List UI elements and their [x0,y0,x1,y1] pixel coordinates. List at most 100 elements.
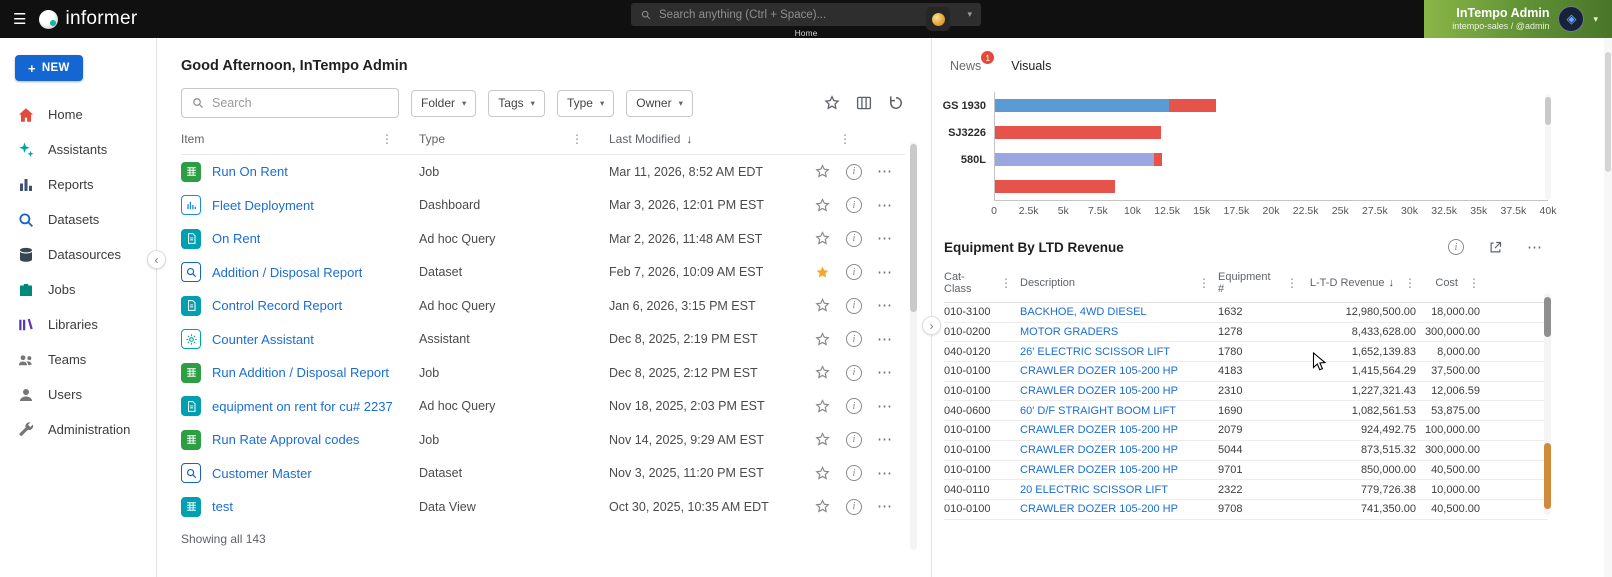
equipment-scrollbar-highlight[interactable] [1544,443,1551,509]
favorite-star-icon[interactable] [814,465,831,482]
table-row[interactable]: equipment on rent for cu# 2237 Ad hoc Qu… [181,390,905,424]
info-icon[interactable]: i [846,197,862,214]
equipment-description-link[interactable]: CRAWLER DOZER 105-200 HP [1020,365,1218,377]
avatar[interactable]: ◈ [1558,6,1585,32]
app-switcher-icon[interactable] [926,7,950,31]
item-name-link[interactable]: Fleet Deployment [212,198,314,213]
favorites-filter-icon[interactable] [823,94,841,112]
row-menu-icon[interactable]: ⋯ [877,399,892,414]
page-scrollbar-thumb[interactable] [1605,52,1611,172]
column-last-modified[interactable]: Last Modified [609,132,680,146]
column-menu-icon[interactable]: ⋮ [1466,276,1482,290]
sort-desc-icon[interactable]: ↓ [1389,277,1395,289]
equipment-row[interactable]: 040-0600 60' D/F STRAIGHT BOOM LIFT 1690… [944,401,1548,422]
equipment-row[interactable]: 010-0200 MOTOR GRADERS 1278 8,433,628.00… [944,323,1548,343]
equipment-column-cat-class[interactable]: Cat-Class ↓ ⋮ [944,271,1020,295]
column-menu-icon[interactable]: ⋮ [379,132,395,146]
equipment-description-link[interactable]: 20 ELECTRIC SCISSOR LIFT [1020,484,1218,496]
info-icon[interactable]: i [846,498,862,515]
equipment-description-link[interactable]: 60' D/F STRAIGHT BOOM LIFT [1020,405,1218,417]
equipment-row[interactable]: 010-0100 CRAWLER DOZER 105-200 HP 2079 9… [944,421,1548,441]
item-name-link[interactable]: Control Record Report [212,298,342,313]
new-button[interactable]: + NEW [15,55,83,81]
sidebar-item-libraries[interactable]: Libraries [0,307,156,342]
filter-owner[interactable]: Owner ▾ [626,89,693,117]
table-row[interactable]: Customer Master Dataset Nov 3, 2025, 11:… [181,457,905,491]
sidebar-item-jobs[interactable]: Jobs [0,272,156,307]
item-name-link[interactable]: Run Addition / Disposal Report [212,365,389,380]
sidebar-item-datasources[interactable]: Datasources [0,237,156,272]
row-menu-icon[interactable]: ⋯ [877,466,892,481]
equipment-description-link[interactable]: CRAWLER DOZER 105-200 HP [1020,444,1218,456]
favorite-star-icon[interactable] [814,398,831,415]
equipment-row[interactable]: 010-0100 CRAWLER DOZER 105-200 HP 9701 8… [944,461,1548,481]
refresh-icon[interactable] [887,94,905,112]
equipment-scrollbar[interactable] [1544,293,1551,515]
chart-scrollbar-thumb[interactable] [1545,97,1551,125]
tab-visuals[interactable]: Visuals [1011,59,1051,78]
column-menu-icon[interactable]: ⋮ [837,132,853,146]
chevron-down-icon[interactable]: ▾ [967,9,972,20]
row-menu-icon[interactable]: ⋯ [877,265,892,280]
open-in-new-icon[interactable] [1488,240,1503,255]
equipment-description-link[interactable]: CRAWLER DOZER 105-200 HP [1020,464,1218,476]
equipment-column-l-t-d-revenue[interactable]: L-T-D Revenue ↓ ⋮ [1306,271,1424,295]
favorite-star-icon[interactable] [814,297,831,314]
row-menu-icon[interactable]: ⋯ [877,332,892,347]
filter-tags[interactable]: Tags ▾ [488,89,545,117]
user-panel[interactable]: InTempo Admin intempo-sales / @admin ◈ ▾ [1424,0,1612,38]
widget-menu-icon[interactable]: ⋯ [1527,240,1542,255]
favorite-star-icon[interactable] [814,197,831,214]
item-name-link[interactable]: On Rent [212,231,260,246]
item-name-link[interactable]: Run Rate Approval codes [212,432,359,447]
layout-columns-icon[interactable] [855,94,873,112]
equipment-row[interactable]: 040-0120 26' ELECTRIC SCISSOR LIFT 1780 … [944,342,1548,363]
panel-expand-icon[interactable]: › [922,316,941,335]
column-menu-icon[interactable]: ⋮ [998,276,1014,290]
equipment-row[interactable]: 010-0100 CRAWLER DOZER 105-200 HP 5044 8… [944,441,1548,461]
item-name-link[interactable]: Addition / Disposal Report [212,265,362,280]
column-menu-icon[interactable]: ⋮ [569,132,585,146]
row-menu-icon[interactable]: ⋯ [877,231,892,246]
table-row[interactable]: Control Record Report Ad hoc Query Jan 6… [181,289,905,323]
equipment-row[interactable]: 010-0100 CRAWLER DOZER 105-200 HP 2310 1… [944,382,1548,402]
page-scrollbar[interactable] [1604,38,1612,577]
info-icon[interactable]: i [846,398,862,415]
table-row[interactable]: Counter Assistant Assistant Dec 8, 2025,… [181,323,905,357]
equipment-description-link[interactable]: CRAWLER DOZER 105-200 HP [1020,503,1218,515]
equipment-row[interactable]: 040-0110 20 ELECTRIC SCISSOR LIFT 2322 7… [944,480,1548,500]
row-menu-icon[interactable]: ⋯ [877,365,892,380]
list-scrollbar-thumb[interactable] [910,144,917,312]
favorite-star-icon[interactable] [814,498,831,515]
row-menu-icon[interactable]: ⋯ [877,164,892,179]
sidebar-item-assistants[interactable]: Assistants [0,132,156,167]
sidebar-item-home[interactable]: Home [0,97,156,132]
tab-news[interactable]: News 1 [950,51,995,78]
sidebar-item-reports[interactable]: Reports [0,167,156,202]
equipment-scrollbar-thumb[interactable] [1544,297,1551,337]
item-name-link[interactable]: Customer Master [212,466,312,481]
favorite-star-icon[interactable] [814,431,831,448]
filter-folder[interactable]: Folder ▾ [411,89,477,117]
favorite-star-icon[interactable] [814,331,831,348]
table-row[interactable]: test Data View Oct 30, 2025, 10:35 AM ED… [181,490,905,524]
info-icon[interactable]: i [846,230,862,247]
equipment-description-link[interactable]: CRAWLER DOZER 105-200 HP [1020,424,1218,436]
equipment-row[interactable]: 010-0100 CRAWLER DOZER 105-200 HP 9708 7… [944,500,1548,520]
row-menu-icon[interactable]: ⋯ [877,499,892,514]
info-icon[interactable]: i [846,331,862,348]
info-icon[interactable]: i [846,465,862,482]
equipment-description-link[interactable]: CRAWLER DOZER 105-200 HP [1020,385,1218,397]
sidebar-item-administration[interactable]: Administration [0,412,156,447]
table-row[interactable]: On Rent Ad hoc Query Mar 2, 2026, 11:48 … [181,222,905,256]
sort-desc-icon[interactable]: ↓ [686,132,692,146]
equipment-row[interactable]: 010-3100 BACKHOE, 4WD DIESEL 1632 12,980… [944,303,1548,323]
sidebar-item-users[interactable]: Users [0,377,156,412]
info-icon[interactable]: i [846,431,862,448]
info-icon[interactable]: i [846,297,862,314]
favorite-star-icon[interactable] [814,230,831,247]
favorite-star-icon[interactable] [814,364,831,381]
equipment-row[interactable]: 010-0100 CRAWLER DOZER 105-200 HP 4183 1… [944,362,1548,382]
filter-type[interactable]: Type ▾ [556,89,615,117]
info-icon[interactable]: i [846,163,862,180]
